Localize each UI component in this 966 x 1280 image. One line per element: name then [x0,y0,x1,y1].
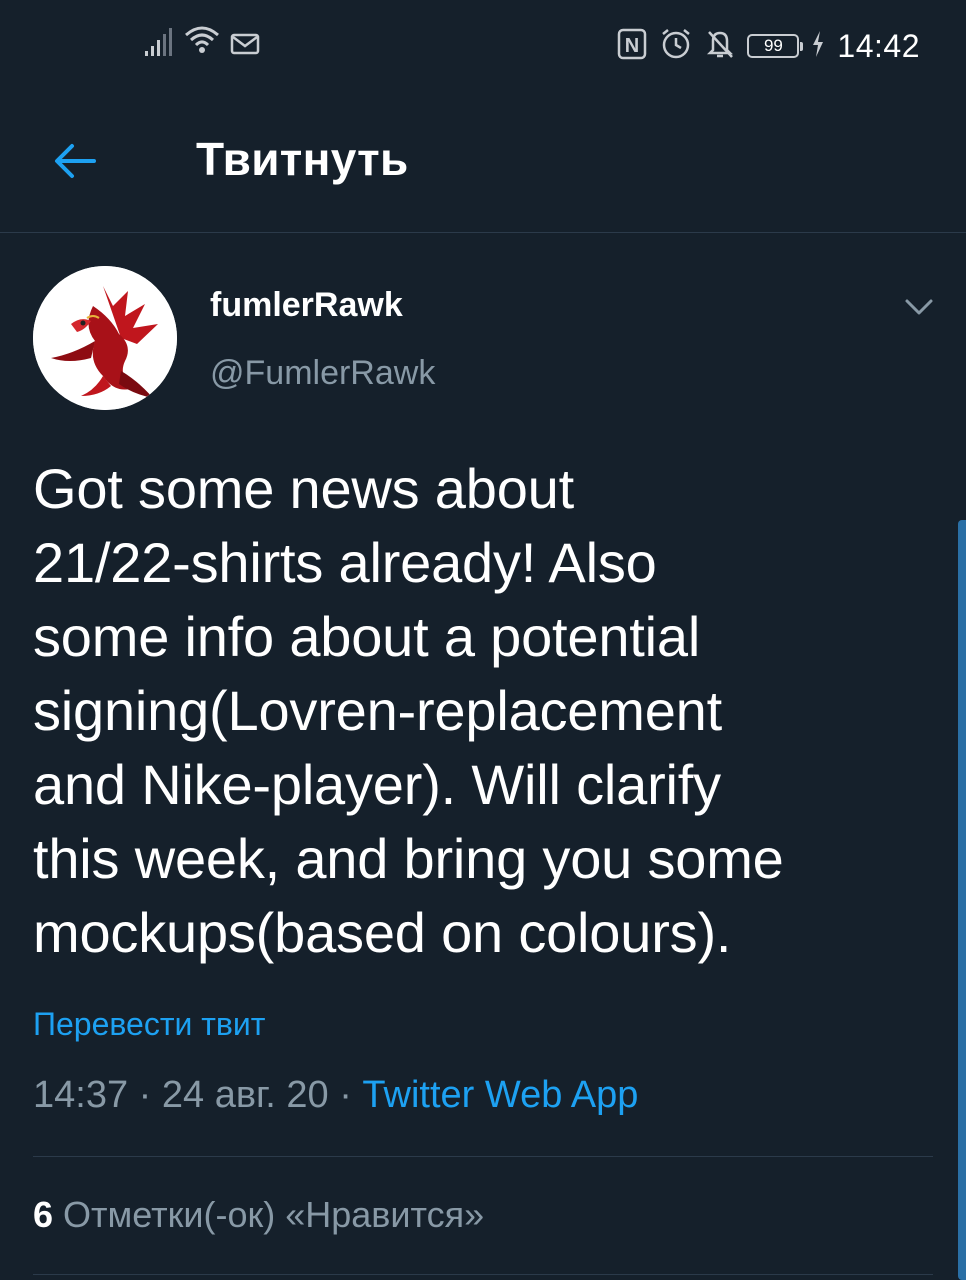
avatar[interactable] [33,266,177,410]
scrollbar[interactable] [958,520,966,1280]
nfc-label: N [625,35,639,57]
user-handle[interactable]: @FumlerRawk [210,354,435,393]
status-left [144,26,260,62]
divider [33,1156,933,1157]
tweet-date: 24 авг. 20 [161,1074,329,1116]
tweet-source-link[interactable]: Twitter Web App [362,1074,638,1116]
tweet-screen: N 99 14:42 Твитнуть fumlerRawk @FumlerRa… [0,0,966,1280]
mail-icon [230,31,260,62]
nfc-icon: N [617,28,647,65]
top-app-bar: Твитнуть [0,96,966,233]
page-title: Твитнуть [196,133,409,185]
alarm-icon [659,27,693,66]
likes-label: Отметки(-ок) «Нравится» [63,1194,485,1235]
likes-count: 6 [33,1194,54,1235]
meta-separator: · [339,1074,352,1116]
back-button[interactable] [50,136,100,186]
battery-icon: 99 [747,34,804,58]
meta-separator: · [138,1074,152,1116]
chevron-down-icon [905,299,933,315]
charging-icon [811,30,825,63]
divider [33,1274,933,1275]
translate-tweet-link[interactable]: Перевести твит [33,1006,265,1043]
tweet-meta: 14:37 · 24 авг. 20 · Twitter Web App [33,1074,638,1117]
phoenix-avatar-image [33,266,177,410]
mute-icon [705,28,735,65]
more-options-button[interactable] [902,290,936,324]
back-arrow-icon [55,144,96,178]
status-bar: N 99 14:42 [0,0,966,96]
battery-level: 99 [763,36,783,55]
wifi-icon [184,25,220,62]
tweet-text: Got some news about 21/22-shirts already… [33,457,784,964]
tweet-time: 14:37 [33,1074,129,1116]
likes-stat[interactable]: 6 Отметки(-ок) «Нравится» [33,1194,484,1236]
status-right: N 99 14:42 [617,26,920,66]
signal-icon [144,27,174,62]
display-name[interactable]: fumlerRawk [210,286,403,325]
status-time: 14:42 [837,27,920,64]
